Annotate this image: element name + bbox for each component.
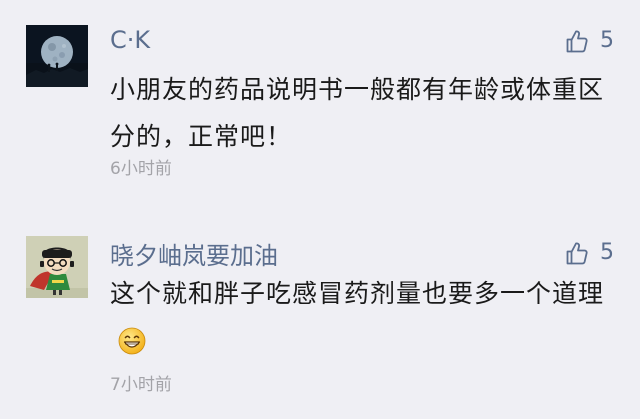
grinning-face-emoji-icon (118, 323, 146, 370)
thumbs-up-icon (566, 242, 588, 265)
comment-text-content: 这个就和胖子吃感冒药剂量也要多一个道理 (110, 279, 605, 308)
comment-author-name[interactable]: 晓夕岫岚要加油 (110, 236, 278, 271)
thumbs-up-icon (566, 30, 588, 53)
like-button[interactable]: 5 (566, 28, 614, 54)
like-count: 5 (600, 240, 614, 265)
comment-text: 这个就和胖子吃感冒药剂量也要多一个道理 (110, 270, 610, 370)
comment-item: 晓夕岫岚要加油 5 这个就和胖子吃感冒药剂量也要多一个道理 7小时前 (0, 212, 640, 419)
like-button[interactable]: 5 (566, 240, 614, 266)
moon-night-avatar-icon (26, 25, 88, 87)
comment-time: 7小时前 (110, 375, 172, 395)
comment-item: C·K 5 小朋友的药品说明书一般都有年龄或体重区分的，正常吧！ 6小时前 (0, 0, 640, 205)
comment-text: 小朋友的药品说明书一般都有年龄或体重区分的，正常吧！ (110, 75, 605, 151)
cartoon-hero-avatar-icon (26, 236, 88, 298)
like-count: 5 (600, 28, 614, 53)
comment-time: 6小时前 (110, 159, 172, 179)
comment-author-name[interactable]: C·K (110, 26, 150, 54)
avatar[interactable] (26, 25, 88, 87)
avatar[interactable] (26, 236, 88, 298)
